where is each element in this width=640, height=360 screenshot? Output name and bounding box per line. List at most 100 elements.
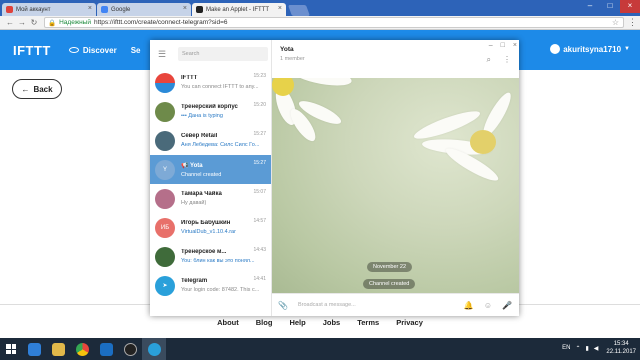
minimize-icon[interactable]: – bbox=[489, 42, 493, 49]
browser-tab-active[interactable]: Make an Applet - IFTTT × bbox=[192, 3, 286, 16]
wallpaper-flower-center bbox=[272, 78, 294, 96]
eye-icon bbox=[68, 47, 79, 53]
chat-time: 14:43 bbox=[253, 247, 266, 253]
chrome-icon[interactable] bbox=[70, 338, 94, 360]
microphone-icon[interactable]: 🎤 bbox=[502, 301, 512, 310]
taskbar: EN ⌃ ▮ ◀ 15:34 22.11.2017 bbox=[0, 338, 640, 360]
back-arrow-icon[interactable]: ← bbox=[4, 18, 16, 27]
telegram-window-controls: – □ × bbox=[489, 42, 517, 49]
obs-icon[interactable] bbox=[118, 338, 142, 360]
chat-preview: ••• Дана is typing bbox=[181, 113, 223, 119]
message-input[interactable]: Broadcast a message... bbox=[298, 302, 356, 308]
url-text: https://ifttt.com/create/connect-telegra… bbox=[93, 19, 228, 26]
emoji-icon[interactable]: ☺ bbox=[484, 301, 492, 310]
chat-item[interactable]: Тренерское м... You: блин как вы это поня… bbox=[150, 242, 271, 271]
chat-item[interactable]: Тренерский корпус ••• Дана is typing 15:2… bbox=[150, 97, 271, 126]
chat-item[interactable]: ИБ Игорь Бабушкин VirtualDub_v1.10.4.rar … bbox=[150, 213, 271, 242]
chat-item[interactable]: ➤ Telegram Your login code: 87482. This c… bbox=[150, 271, 271, 300]
close-icon[interactable]: × bbox=[620, 0, 640, 13]
explorer-icon[interactable] bbox=[46, 338, 70, 360]
search-icon[interactable]: ⌕ bbox=[487, 55, 491, 65]
chat-time: 15:27 bbox=[253, 160, 266, 166]
chat-title[interactable]: Yota bbox=[280, 46, 519, 53]
reload-icon[interactable]: ↻ bbox=[28, 18, 40, 27]
wallpaper-petal bbox=[291, 78, 353, 90]
browser-tab[interactable]: Google × bbox=[97, 3, 191, 16]
address-bar: ← → ↻ 🔒 Надежный https://ifttt.com/creat… bbox=[0, 16, 640, 30]
group-avatar bbox=[155, 101, 175, 122]
clock[interactable]: 15:34 22.11.2017 bbox=[606, 340, 636, 356]
telegram-taskbar-icon[interactable] bbox=[142, 338, 166, 360]
footer-link-about[interactable]: About bbox=[217, 318, 239, 327]
chat-preview: Ну давай) bbox=[181, 200, 207, 206]
chat-preview: VirtualDub_v1.10.4.rar bbox=[181, 229, 236, 235]
chat-item[interactable]: Север Retail Аня Лебедева: Силс Силс Го..… bbox=[150, 126, 271, 155]
lock-icon: 🔒 bbox=[48, 19, 57, 27]
chat-list-panel: ☰ Search IFTTT You can connect IFTTT to a… bbox=[150, 40, 272, 316]
footer-links: About Blog Help Jobs Terms Privacy bbox=[0, 318, 640, 327]
close-tab-icon[interactable]: × bbox=[278, 5, 282, 12]
user-menu[interactable]: akuritsyna1710 ▼ bbox=[550, 44, 630, 54]
chat-preview: Channel created bbox=[181, 171, 222, 178]
ie-icon[interactable] bbox=[22, 338, 46, 360]
windows-logo-icon bbox=[6, 344, 16, 354]
avatar bbox=[550, 44, 561, 54]
footer-link-blog[interactable]: Blog bbox=[256, 318, 273, 327]
close-tab-icon[interactable]: × bbox=[183, 5, 187, 12]
network-icon[interactable]: ▮ bbox=[585, 345, 588, 352]
footer-link-terms[interactable]: Terms bbox=[357, 318, 379, 327]
forward-arrow-icon[interactable]: → bbox=[16, 18, 28, 27]
chat-time: 15:23 bbox=[253, 73, 266, 79]
ifttt-avatar bbox=[155, 72, 175, 93]
user-avatar bbox=[155, 188, 175, 209]
chevron-up-icon[interactable]: ⌃ bbox=[575, 345, 580, 352]
system-tray: EN ⌃ ▮ ◀ 15:34 22.11.2017 bbox=[557, 340, 636, 356]
bookmark-star-icon[interactable]: ☆ bbox=[612, 18, 619, 27]
ifttt-logo[interactable]: IFTTT bbox=[13, 43, 51, 58]
wallpaper-flower-center bbox=[470, 130, 496, 154]
close-icon[interactable]: × bbox=[513, 42, 517, 49]
more-options-icon[interactable]: ⋮ bbox=[503, 55, 511, 65]
volume-icon[interactable]: ◀ bbox=[594, 345, 599, 352]
chat-header: Yota 1 member ⌕ ⋮ – □ × bbox=[272, 40, 519, 78]
telegram-avatar: ➤ bbox=[155, 275, 175, 296]
hamburger-menu-icon[interactable]: ☰ bbox=[158, 49, 172, 60]
minimize-icon[interactable]: – bbox=[580, 0, 600, 13]
chat-background: November 22 Channel created bbox=[272, 78, 519, 293]
chat-list-header: ☰ Search bbox=[150, 40, 271, 68]
discover-link[interactable]: Discover bbox=[68, 46, 117, 55]
message-composer: 📎 Broadcast a message... 🔔 ☺ 🎤 bbox=[272, 293, 519, 316]
telegram-window: ☰ Search IFTTT You can connect IFTTT to a… bbox=[150, 40, 519, 316]
language-indicator[interactable]: EN bbox=[562, 345, 570, 351]
start-button[interactable] bbox=[0, 338, 22, 360]
browser-menu-icon[interactable]: ⋮ bbox=[628, 17, 637, 28]
chat-time: 15:07 bbox=[253, 189, 266, 195]
url-input[interactable]: 🔒 Надежный https://ifttt.com/create/conn… bbox=[44, 17, 624, 28]
bell-icon[interactable]: 🔔 bbox=[464, 301, 474, 310]
chat-item[interactable]: Тамара Чайка Ну давай) 15:07 bbox=[150, 184, 271, 213]
footer-link-jobs[interactable]: Jobs bbox=[323, 318, 341, 327]
tab-favicon bbox=[6, 6, 13, 13]
chat-item[interactable]: IFTTT You can connect IFTTT to any... 15:… bbox=[150, 68, 271, 97]
chat-subtitle: 1 member bbox=[280, 56, 305, 62]
chat-item-selected[interactable]: Y 📢 Yota Channel created 15:27 bbox=[150, 155, 271, 184]
footer-link-privacy[interactable]: Privacy bbox=[396, 318, 423, 327]
attach-icon[interactable]: 📎 bbox=[278, 301, 288, 310]
service-message: Channel created bbox=[363, 279, 416, 289]
outlook-icon[interactable] bbox=[94, 338, 118, 360]
chat-time: 14:41 bbox=[253, 276, 266, 282]
maximize-icon[interactable]: □ bbox=[501, 42, 505, 49]
close-tab-icon[interactable]: × bbox=[88, 5, 92, 12]
maximize-icon[interactable]: □ bbox=[600, 0, 620, 13]
browser-tab[interactable]: Мой аккаунт × bbox=[2, 3, 96, 16]
search-link[interactable]: Se bbox=[131, 46, 141, 55]
back-button[interactable]: ← Back bbox=[12, 79, 62, 99]
new-tab-button[interactable] bbox=[287, 5, 311, 16]
chat-preview: Аня Лебедева: Силс Силс Го... bbox=[181, 142, 260, 148]
tab-favicon bbox=[101, 6, 108, 13]
back-arrow-icon: ← bbox=[21, 84, 30, 94]
footer-link-help[interactable]: Help bbox=[289, 318, 305, 327]
chat-time: 14:57 bbox=[253, 218, 266, 224]
search-input[interactable]: Search bbox=[178, 47, 268, 61]
secure-label: Надежный bbox=[59, 19, 91, 26]
